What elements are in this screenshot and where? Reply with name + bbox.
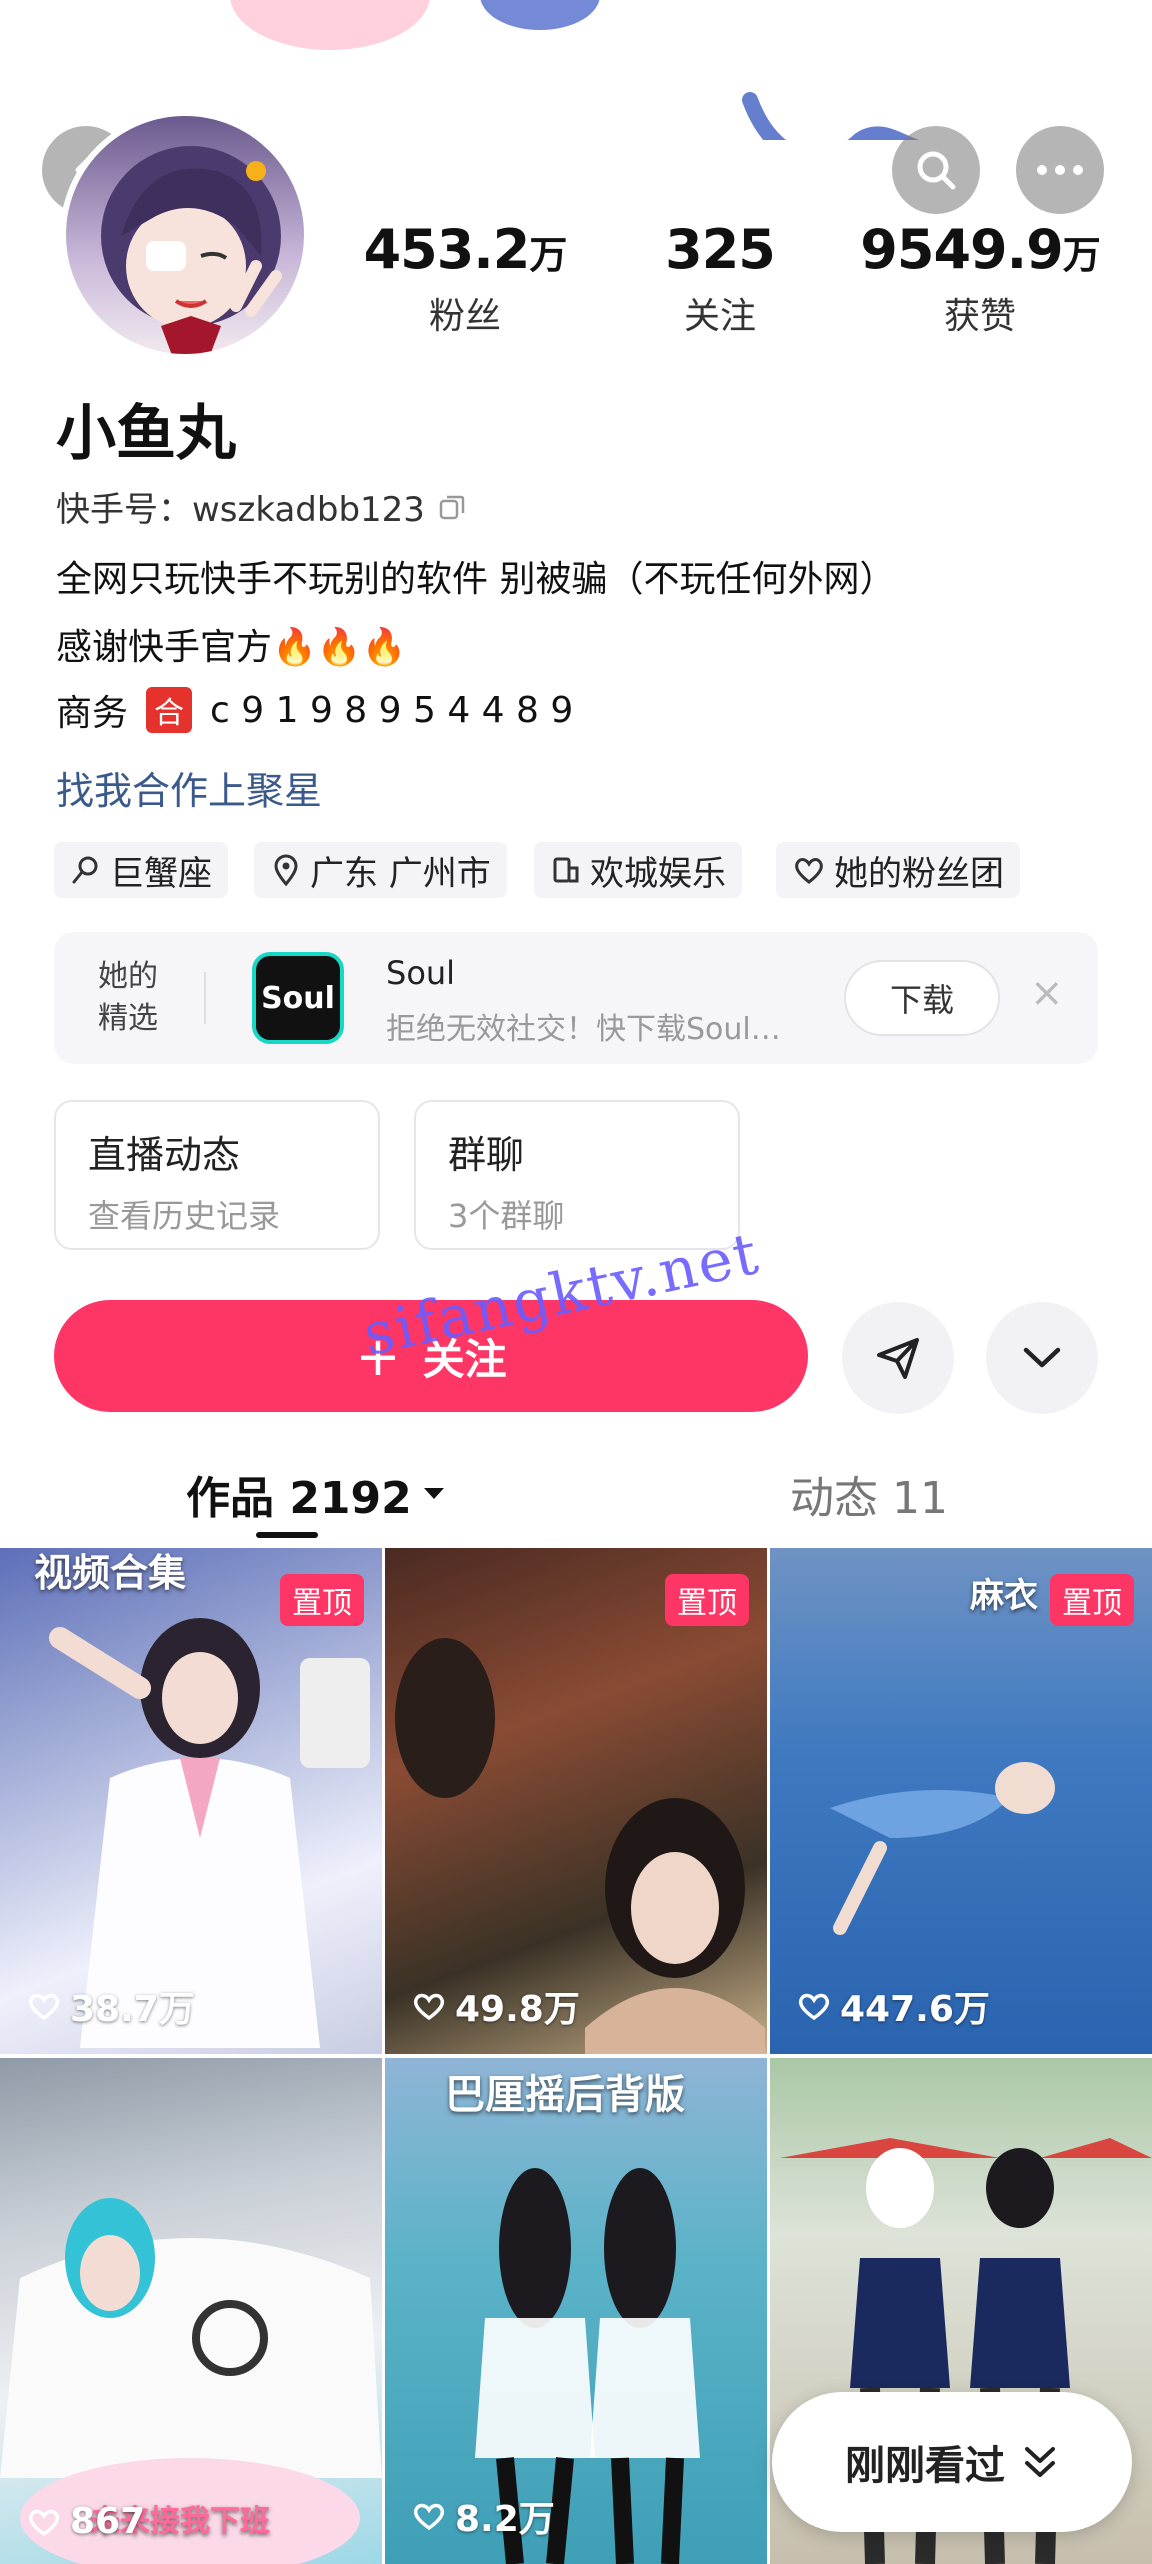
tab-indicator xyxy=(256,1532,318,1538)
bio-line-2: 感谢快手官方🔥🔥🔥 xyxy=(56,627,407,668)
video-title: 视频合集 xyxy=(34,1551,187,1595)
divider xyxy=(204,972,206,1024)
zodiac-icon xyxy=(72,856,98,884)
heart-outline-icon xyxy=(28,1993,60,2021)
collab-link[interactable]: 找我合作上聚星 xyxy=(56,760,322,815)
recently-viewed-label: 刚刚看过 xyxy=(845,2443,1005,2489)
stat-fans[interactable]: 453.2万 粉丝 xyxy=(360,218,570,339)
video-title: 麻衣 xyxy=(970,1576,1038,1616)
chevron-down-icon xyxy=(1023,1347,1061,1368)
like-count-value: 8.2万 xyxy=(455,2499,555,2540)
featured-side-label-2: 精选 xyxy=(98,1001,158,1036)
business-contact: c 9 1 9 8 9 5 4 4 8 9 xyxy=(210,689,574,731)
message-button[interactable] xyxy=(842,1302,954,1414)
video-thumb[interactable]: 置顶 49.8万 xyxy=(385,1548,767,2054)
heart-outline-icon xyxy=(413,2503,445,2531)
thumbnail-figure xyxy=(475,2168,700,2564)
heart-outline-icon xyxy=(798,1993,830,2021)
featured-side-label-1: 她的 xyxy=(98,959,158,994)
card-subtitle: 3个群聊 xyxy=(448,1197,565,1235)
business-prefix: 商务 xyxy=(56,693,129,734)
tab-works[interactable]: 作品 2192 xyxy=(186,1462,446,1526)
download-button[interactable]: 下载 xyxy=(844,960,1000,1036)
search-button[interactable] xyxy=(892,126,980,214)
send-icon xyxy=(877,1338,919,1379)
caret-down-icon xyxy=(423,1488,444,1499)
ad-app-name: Soul xyxy=(386,954,456,992)
close-ad-icon[interactable]: × xyxy=(1030,970,1064,1016)
stat-following[interactable]: 325 关注 xyxy=(640,218,800,339)
video-thumb[interactable]: 视频合集 置顶 38.7万 xyxy=(0,1548,382,2054)
like-count-value: 49.8万 xyxy=(455,1989,580,2030)
more-button[interactable] xyxy=(1016,126,1104,214)
video-thumb[interactable]: 麻衣 置顶 447.6万 xyxy=(770,1548,1152,2054)
video-thumb[interactable]: 巴厘摇后背版 8.2万 xyxy=(385,2058,767,2564)
ad-app-description: 拒绝无效社交！快下载Soul… xyxy=(386,1012,781,1047)
like-count-value: 867 xyxy=(70,2501,146,2542)
recently-viewed-button[interactable]: 刚刚看过 xyxy=(772,2392,1132,2532)
like-count-value: 447.6万 xyxy=(840,1989,990,2030)
heart-outline-icon xyxy=(28,2509,60,2536)
avatar[interactable] xyxy=(60,110,310,360)
business-badge: 合 xyxy=(146,687,193,733)
group-chat-card[interactable]: 群聊 3个群聊 xyxy=(414,1100,740,1250)
featured-side-label: 她的 精选 xyxy=(98,956,158,1040)
stat-value: 9549.9万 xyxy=(860,218,1100,281)
business-row: 商务 合 c 9 1 9 8 9 5 4 4 8 9 xyxy=(56,684,573,736)
tag-label: 巨蟹座 xyxy=(110,853,212,894)
like-count-value: 38.7万 xyxy=(70,1989,195,2030)
heart-icon xyxy=(795,858,823,884)
live-history-card[interactable]: 直播动态 查看历史记录 xyxy=(54,1100,380,1250)
bio-line-1: 全网只玩快手不玩别的软件 别被骗（不玩任何外网） xyxy=(56,559,896,600)
stat-likes[interactable]: 9549.9万 获赞 xyxy=(860,218,1100,339)
stat-value: 453.2万 xyxy=(363,218,568,281)
tag-label: 欢城娱乐 xyxy=(590,853,726,894)
stat-value: 325 xyxy=(665,218,776,281)
like-count: 49.8万 xyxy=(411,1980,580,2032)
profile-name: 小鱼丸 xyxy=(56,399,236,469)
video-title: 巴厘摇后背版 xyxy=(445,2072,685,2118)
thumbnail-figure xyxy=(0,2198,382,2564)
user-id-row[interactable]: 快手号：wszkadbb123 xyxy=(56,482,467,531)
more-dots-icon xyxy=(1037,165,1083,175)
search-icon xyxy=(917,151,956,190)
pinned-badge: 置顶 xyxy=(1050,1574,1134,1626)
tag-fan-club[interactable]: 她的粉丝团 xyxy=(776,842,1020,898)
tag-location[interactable]: 广东 广州市 xyxy=(254,842,507,898)
video-thumb[interactable]: 未来接我下班 867 xyxy=(0,2058,382,2564)
tag-company[interactable]: 欢城娱乐 xyxy=(534,842,742,898)
heart-outline-icon xyxy=(413,1993,445,2021)
stat-label: 获赞 xyxy=(943,296,1016,337)
tab-moments[interactable]: 动态 11 xyxy=(790,1462,948,1526)
building-icon xyxy=(553,857,579,883)
tab-works-label: 作品 2192 xyxy=(186,1473,412,1524)
pinned-badge: 置顶 xyxy=(280,1574,364,1626)
user-id: 快手号：wszkadbb123 xyxy=(56,490,425,530)
like-count: 447.6万 xyxy=(796,1980,990,2032)
stat-label: 粉丝 xyxy=(428,296,501,337)
card-title: 群聊 xyxy=(448,1133,525,1177)
soul-app-logo: Soul xyxy=(252,952,344,1044)
copy-icon[interactable] xyxy=(437,492,467,522)
expand-button[interactable] xyxy=(986,1302,1098,1414)
double-chevron-down-icon xyxy=(1025,2447,1055,2477)
featured-ad[interactable]: 她的 精选 Soul Soul 拒绝无效社交！快下载Soul… 下载 × xyxy=(54,932,1098,1064)
like-count: 867 xyxy=(26,2501,145,2542)
location-icon xyxy=(274,854,298,886)
stat-label: 关注 xyxy=(683,296,756,337)
tag-label: 她的粉丝团 xyxy=(834,853,1004,894)
tag-label: 广东 广州市 xyxy=(310,853,491,894)
like-count: 38.7万 xyxy=(26,1980,195,2032)
tag-zodiac[interactable]: 巨蟹座 xyxy=(54,842,228,898)
like-count: 8.2万 xyxy=(411,2490,555,2542)
card-subtitle: 查看历史记录 xyxy=(88,1197,281,1235)
pinned-badge: 置顶 xyxy=(665,1574,749,1626)
avatar-illustration xyxy=(101,146,282,354)
card-title: 直播动态 xyxy=(88,1133,241,1177)
